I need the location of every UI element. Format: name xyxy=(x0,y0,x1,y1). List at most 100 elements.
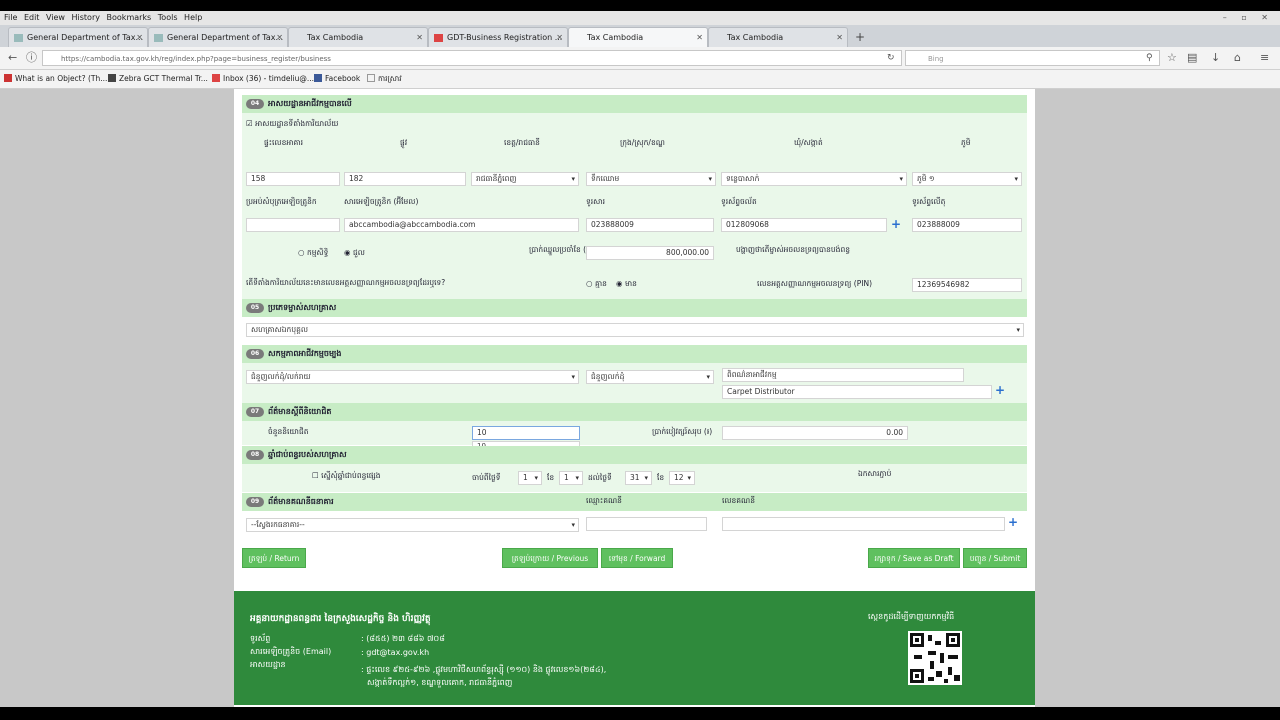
save-draft-button[interactable]: រក្សាទុក / Save as Draft xyxy=(868,548,960,568)
description-input[interactable]: Carpet Distributor xyxy=(722,385,992,399)
commune-select[interactable]: ទន្លេបាសាក់ xyxy=(721,172,907,186)
fax-input[interactable]: 023888009 xyxy=(586,218,714,232)
employees-input[interactable]: 10 xyxy=(472,426,580,440)
section-title: ព័ត៌មានគណនីធនាគារ xyxy=(268,497,334,506)
gmail-icon xyxy=(434,34,443,42)
bookmark-5[interactable]: ការស្រាវ xyxy=(367,70,402,88)
salary-input[interactable]: 0.00 xyxy=(722,426,908,440)
browser-window: File Edit View History Bookmarks Tools H… xyxy=(0,11,1280,707)
other-tax-year-checkbox[interactable]: ☐ ស្នើសុំឆ្នាំជាប់ពន្ធផ្សេង xyxy=(312,471,380,482)
window-controls[interactable]: – ▫ ✕ xyxy=(1223,11,1274,25)
facebook-icon xyxy=(314,74,322,82)
menu-icon[interactable]: ≡ xyxy=(1260,50,1269,66)
footer-email[interactable]: : gdt@tax.gov.kh xyxy=(361,648,429,657)
bookmark-4[interactable]: Facebook xyxy=(314,70,360,88)
end-month-label: ខែ xyxy=(657,473,665,482)
back-icon[interactable]: ← xyxy=(8,50,17,66)
account-number-label: លេខគណនី xyxy=(722,496,755,505)
tab-5-active[interactable]: Tax Cambodia ✕ xyxy=(568,27,708,47)
footer-address-line-1: : ផ្ទះលេខ ៩២៥-៩២៦ ,ផ្លូវមហាវិថីសហព័ន្ធរុ… xyxy=(361,665,607,674)
section-number: 04 xyxy=(246,99,264,109)
village-select[interactable]: ភូមិ ១ xyxy=(912,172,1022,186)
star-icon[interactable]: ☆ xyxy=(1167,50,1177,66)
menu-file[interactable]: File xyxy=(4,11,17,25)
close-icon[interactable]: ✕ xyxy=(276,28,283,47)
info-icon[interactable]: ⓘ xyxy=(26,50,37,66)
tab-1[interactable]: General Department of Tax... ✕ xyxy=(8,27,148,47)
owner-type-select[interactable]: សហគ្រាសឯកបុគ្គល xyxy=(246,323,1024,337)
pin-input[interactable]: 12369546982 xyxy=(912,278,1022,292)
submit-button[interactable]: បញ្ជូន / Submit xyxy=(963,548,1027,568)
forward-button[interactable]: ទៅមុខ / Forward xyxy=(601,548,673,568)
add-bank-icon[interactable]: + xyxy=(1008,516,1018,528)
select-value: រាជធានីភ្នំពេញ xyxy=(476,174,517,183)
account-number-input[interactable] xyxy=(722,517,1005,531)
section-number: 06 xyxy=(246,349,264,359)
section-title: អាសយដ្ឋានអាជីវកម្មបានលើ xyxy=(268,99,352,108)
district-select[interactable]: ទឹកឈោម xyxy=(586,172,716,186)
street-input[interactable]: 182 xyxy=(344,172,466,186)
menu-bookmarks[interactable]: Bookmarks xyxy=(107,11,152,25)
bookmark-3[interactable]: Inbox (36) - timdeliu@... xyxy=(212,70,314,88)
add-activity-icon[interactable]: + xyxy=(995,384,1005,396)
tab-6[interactable]: Tax Cambodia ✕ xyxy=(708,27,848,47)
bookmark-2[interactable]: Zebra GCT Thermal Tr... xyxy=(108,70,208,88)
download-icon[interactable]: ↓ xyxy=(1211,50,1220,66)
previous-button[interactable]: ត្រឡប់ក្រោយ / Previous xyxy=(502,548,598,568)
po-box-input[interactable] xyxy=(246,218,340,232)
close-icon[interactable]: ✕ xyxy=(136,28,143,47)
no-radio[interactable]: ○ គ្មាន xyxy=(586,279,607,290)
employees-label: ចំនួននិយោជិត xyxy=(268,427,309,436)
bank-select[interactable]: --ស្វែងរកធនាគារ-- xyxy=(246,518,579,532)
tab-3[interactable]: Tax Cambodia ✕ xyxy=(288,27,428,47)
yes-radio[interactable]: ◉ មាន xyxy=(616,279,637,290)
menu-edit[interactable]: Edit xyxy=(24,11,40,25)
menu-view[interactable]: View xyxy=(46,11,65,25)
sub-activity-select[interactable]: ជំនួញលក់ដុំ xyxy=(586,370,714,384)
street-label: ផ្លូវ xyxy=(400,138,408,147)
section-04-header: 04 អាសយដ្ឋានអាជីវកម្មបានលើ xyxy=(242,95,1027,113)
nav-bar: ← ⓘ https://cambodia.tax.gov.kh/reg/inde… xyxy=(0,47,1280,70)
description-label: ពិពណ៌នាអាជីវកម្ម xyxy=(722,368,964,382)
end-day-select[interactable]: 31 xyxy=(625,471,652,485)
tab-4[interactable]: GDT-Business Registration ... ✕ xyxy=(428,27,568,47)
close-icon[interactable]: ✕ xyxy=(416,28,423,47)
tab-2[interactable]: General Department of Tax... ✕ xyxy=(148,27,288,47)
office-address-checkbox[interactable]: ☑ អាសយដ្ឋានទីតាំងការិយាល័យ xyxy=(246,119,338,130)
own-radio[interactable]: ○ កម្មសិទ្ធិ xyxy=(298,248,328,259)
mobile-input[interactable]: 012809068 xyxy=(721,218,887,232)
house-no-input[interactable]: 158 xyxy=(246,172,340,186)
footer-address-line-2: សង្កាត់ទឹកល្អក់១, ខណ្ឌទួលគោក, រាជធានីភ្ន… xyxy=(367,678,513,687)
close-icon[interactable]: ✕ xyxy=(836,28,843,47)
close-icon[interactable]: ✕ xyxy=(696,28,703,47)
phone-input[interactable]: 023888009 xyxy=(912,218,1022,232)
library-icon[interactable]: ▤ xyxy=(1187,50,1197,66)
account-name-input[interactable] xyxy=(586,517,707,531)
province-select[interactable]: រាជធានីភ្នំពេញ xyxy=(471,172,579,186)
tab-bar: General Department of Tax... ✕ General De… xyxy=(0,25,1280,47)
search-icon[interactable]: ⚲ xyxy=(1146,50,1153,66)
new-tab-icon[interactable]: + xyxy=(855,27,865,47)
fax-label: ទូរសារ xyxy=(586,197,606,206)
email-input[interactable]: abccambodia@abccambodia.com xyxy=(344,218,579,232)
close-icon[interactable]: ✕ xyxy=(556,28,563,47)
home-icon[interactable]: ⌂ xyxy=(1234,50,1241,66)
activity-select[interactable]: ជំនួញលក់ដុំ/លក់រាយ xyxy=(246,370,579,384)
select-value: 31 xyxy=(630,473,640,482)
start-month-select[interactable]: 1 xyxy=(559,471,583,485)
radio-label: កម្មសិទ្ធិ xyxy=(306,248,329,257)
return-button[interactable]: ត្រឡប់ / Return xyxy=(242,548,306,568)
rent-radio[interactable]: ◉ ជួល xyxy=(344,248,365,259)
search-input[interactable]: Bing xyxy=(905,50,1160,66)
reload-icon[interactable]: ↻ xyxy=(887,50,895,66)
add-phone-icon[interactable]: + xyxy=(891,218,901,230)
bookmark-1[interactable]: What is an Object? (Th... xyxy=(4,70,107,88)
menu-history[interactable]: History xyxy=(72,11,100,25)
menu-help[interactable]: Help xyxy=(184,11,202,25)
url-bar[interactable]: https://cambodia.tax.gov.kh/reg/index.ph… xyxy=(42,50,902,66)
end-month-select[interactable]: 12 xyxy=(669,471,695,485)
menu-tools[interactable]: Tools xyxy=(158,11,178,25)
rent-input[interactable]: 800,000.00 xyxy=(586,246,714,260)
footer-phone: : (៨៥៥) ២៣ ៨៨៦ ៧០៨ xyxy=(361,634,445,643)
start-day-select[interactable]: 1 xyxy=(518,471,542,485)
